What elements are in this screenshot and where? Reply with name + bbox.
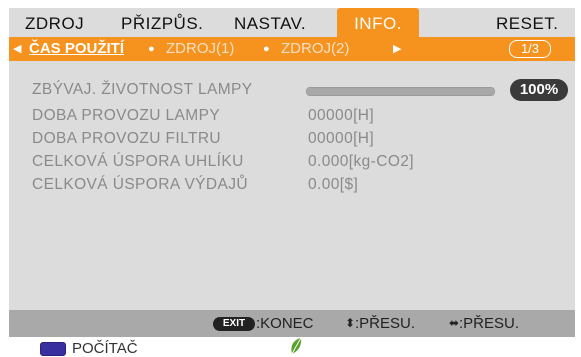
filter-hours-value: 00000[H] [308,130,375,147]
arrow-left-icon[interactable]: ◀ [13,37,21,61]
lamp-life-value: 100% [510,79,568,101]
source-label: POČÍTAČ [72,340,138,357]
lamp-hours-value: 00000[H] [308,107,375,124]
exit-key-icon: EXIT [213,317,255,331]
carbon-savings-value: 0.000[kg-CO2] [308,153,415,170]
menu-tabs: ZDROJ PŘIZPŮS. NASTAV. INFO. RESET. [9,8,575,37]
cost-savings-label: CELKOVÁ ÚSPORA VÝDAJŮ [32,176,248,193]
carbon-savings-label: CELKOVÁ ÚSPORA UHLÍKU [32,153,244,170]
move-lr-label: :PŘESU. [459,315,520,332]
lamp-life-fill [307,88,494,95]
separator-dot-icon: ● [263,43,270,55]
lamp-hours-label: DOBA PROVOZU LAMPY [32,107,221,124]
eco-leaf-icon [291,337,302,355]
tab-nastav[interactable]: NASTAV. [234,8,306,37]
page-indicator: 1/3 [509,40,551,58]
tab-prizpus[interactable]: PŘIZPŮS. [121,8,203,37]
onscreen-menu: ZDROJ PŘIZPŮS. NASTAV. INFO. RESET. ◀ ČA… [9,8,575,337]
arrow-right-icon[interactable]: ▶ [393,37,401,61]
cost-savings-value: 0.00[$] [308,176,359,193]
help-bar: EXIT :KONEC ⬍ :PŘESU. ⬌ :PŘESU. [9,310,575,337]
subtab-source-2[interactable]: ZDROJ(2) [281,37,349,61]
subtab-usage-time[interactable]: ČAS POUŽITÍ [29,37,124,61]
tab-zdroj[interactable]: ZDROJ [25,8,84,37]
subtab-bar: ◀ ČAS POUŽITÍ ● ZDROJ(1) ● ZDROJ(2) ▶ 1/… [9,37,575,61]
tab-reset[interactable]: RESET. [496,8,559,37]
monitor-icon [40,342,66,356]
separator-dot-icon: ● [148,43,155,55]
lamp-life-bar [306,87,495,96]
subtab-source-1[interactable]: ZDROJ(1) [166,37,234,61]
filter-hours-label: DOBA PROVOZU FILTRU [32,130,222,147]
lamp-life-label: ZBÝVAJ. ŽIVOTNOST LAMPY [32,81,253,98]
exit-label: :KONEC [256,315,314,332]
move-ud-label: :PŘESU. [355,315,416,332]
tab-info[interactable]: INFO. [337,8,419,37]
left-right-arrows-icon: ⬌ [449,316,460,330]
up-down-arrows-icon: ⬍ [345,316,356,330]
